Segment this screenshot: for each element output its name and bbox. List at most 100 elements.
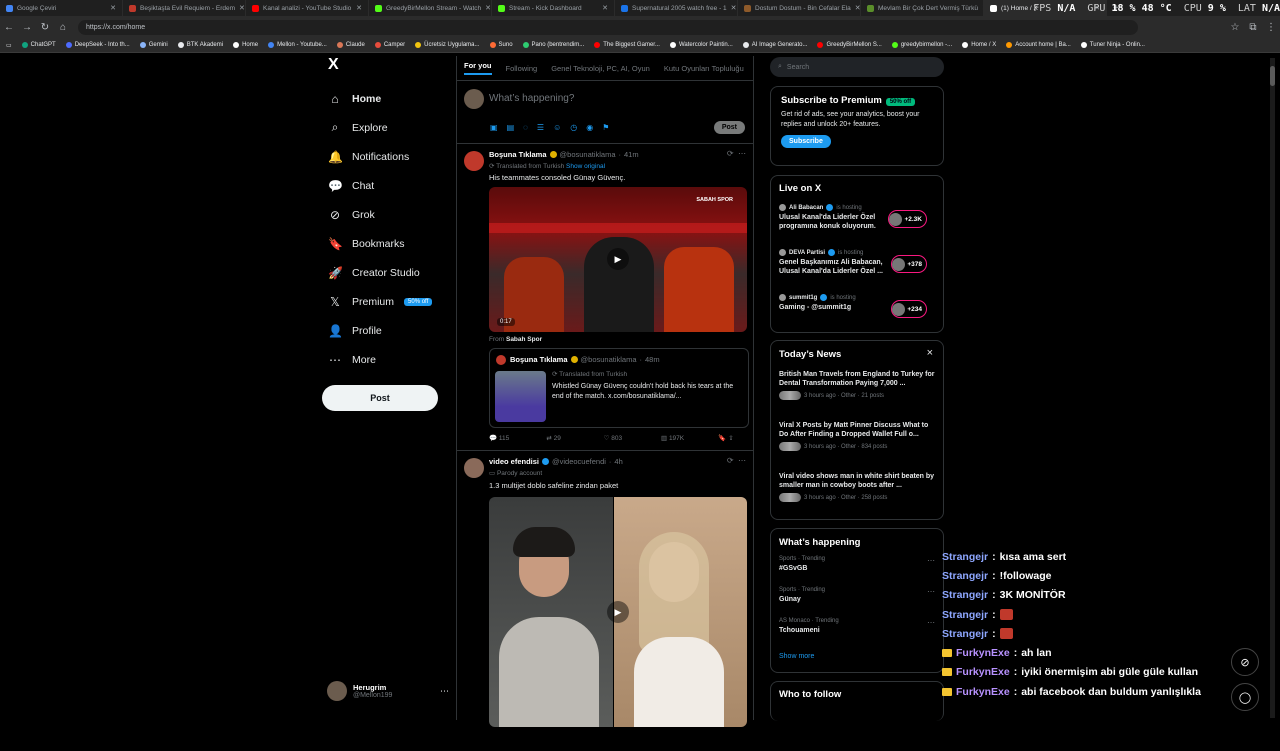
tweet-avatar[interactable] <box>464 458 484 478</box>
gif-icon[interactable]: ▤ <box>507 123 515 132</box>
tab-1[interactable]: Following <box>506 64 538 73</box>
news-item[interactable]: Viral X Posts by Matt Pinner Discuss Wha… <box>779 421 935 472</box>
bookmark-item[interactable]: Home / X <box>962 42 996 48</box>
nav-item-premium[interactable]: 𝕏 Premium 50% off <box>328 287 452 316</box>
bookmark-item[interactable]: Ücretsiz Uygulama... <box>415 42 480 48</box>
bookmark-item[interactable]: Claude <box>336 42 365 48</box>
trend-more-icon[interactable]: ⋯ <box>927 618 935 627</box>
account-switcher[interactable]: Herugrim @Mellon199 ⋯ <box>327 681 449 701</box>
live-item[interactable]: Ali Babacan is hosting Ulusal Kanal'da Lid… <box>779 204 935 238</box>
browser-tab[interactable]: Google Çeviri ✕ <box>0 0 123 16</box>
bookmark-item[interactable]: Home <box>233 42 258 48</box>
nav-item-creator-studio[interactable]: 🚀 Creator Studio <box>328 258 452 287</box>
reply-button[interactable]: 💬 115 <box>489 434 546 442</box>
home-button-icon[interactable]: ⌂ <box>54 22 72 33</box>
search-input[interactable]: ⌕ Search <box>770 57 944 77</box>
back-icon[interactable]: ← <box>0 22 18 33</box>
nav-item-home[interactable]: ⌂ Home <box>328 84 452 113</box>
url-field[interactable]: https://x.com/home <box>78 19 1138 35</box>
more-icon[interactable]: ⟳ ⋯ <box>727 456 746 465</box>
tab-3[interactable]: Kutu Oyunları Topluluğu <box>664 64 744 73</box>
tab-close-icon[interactable]: ✕ <box>731 4 737 12</box>
tweet[interactable]: Boşuna Tıklama @bosunatiklama · 41m ⟳ ⋯ … <box>457 144 753 451</box>
location-icon[interactable]: ◉ <box>586 123 593 132</box>
bookmark-item[interactable]: Suno <box>489 42 513 48</box>
tab-0[interactable]: For you <box>464 61 492 75</box>
tab-2[interactable]: Genel Teknoloji, PC, AI, Oyun <box>551 64 650 73</box>
poll-icon[interactable]: ☰ <box>537 123 544 132</box>
subscribe-button[interactable]: Subscribe <box>781 135 831 148</box>
quoted-tweet[interactable]: Boşuna Tıklama @bosunatiklama · 48m ⟳ Tr… <box>489 348 749 428</box>
live-item[interactable]: summit1g is hosting Gaming - @summit1g +234 <box>779 294 935 328</box>
more-options-icon[interactable]: ⋯ <box>440 686 449 697</box>
x-logo[interactable]: X <box>328 56 452 82</box>
nav-item-notifications[interactable]: 🔔 Notifications <box>328 142 452 171</box>
browser-tab[interactable]: Dostum Dostum - Bin Cefalar Ela ✕ <box>738 0 861 16</box>
bookmark-item[interactable]: GreedyBirMellon S... <box>817 42 882 48</box>
bookmark-item[interactable]: AI Image Generato... <box>742 42 807 48</box>
bookmark-item[interactable]: BTK Akademi <box>177 42 223 48</box>
page-scrollbar[interactable] <box>1270 58 1275 718</box>
bookmark-button[interactable]: 🔖 ⇪ <box>718 434 747 442</box>
grok-compose-icon[interactable]: ◌ <box>523 123 528 132</box>
tab-close-icon[interactable]: ✕ <box>855 4 860 12</box>
close-news-icon[interactable]: × <box>927 347 933 359</box>
views-button[interactable]: ▥ 197K <box>661 434 718 442</box>
live-listener-count[interactable]: +234 <box>891 300 927 318</box>
repost-button[interactable]: ⇄ 29 <box>546 434 603 442</box>
play-icon[interactable]: ▶ <box>607 601 629 623</box>
emoji-icon[interactable]: ☺ <box>553 123 561 132</box>
tab-close-icon[interactable]: ✕ <box>356 4 362 12</box>
tab-close-icon[interactable]: ✕ <box>110 4 116 12</box>
bookmark-item[interactable]: Camper <box>374 42 405 48</box>
tweet-time[interactable]: 41m <box>624 150 639 159</box>
trend-more-icon[interactable]: ⋯ <box>927 587 935 596</box>
trend-item[interactable]: AS Monaco · Trending Tchouameni ⋯ <box>779 618 935 649</box>
bookmark-item[interactable]: greedybirmellon -... <box>891 42 952 48</box>
trend-item[interactable]: Sports · Trending Günay ⋯ <box>779 587 935 618</box>
more-icon[interactable]: ⟳ ⋯ <box>727 149 746 158</box>
bookmark-item[interactable]: DeepSeek - Into th... <box>65 42 130 48</box>
news-item[interactable]: British Man Travels from England to Turk… <box>779 370 935 421</box>
grok-float-icon[interactable]: ⊘ <box>1231 648 1259 676</box>
media-icon[interactable]: ▣ <box>490 123 498 132</box>
bookmark-item[interactable]: Watercolor Paintin... <box>669 42 733 48</box>
bookmark-item[interactable]: Pano (bentrendim... <box>522 42 584 48</box>
tweet-video[interactable]: SABAH SPOR ▶ 0:17 <box>489 187 747 332</box>
nav-item-grok[interactable]: ⊘ Grok <box>328 200 452 229</box>
tweet[interactable]: video efendisi @videocuefendi · 4h ⟳ ⋯ ▭… <box>457 451 753 751</box>
browser-tab[interactable]: Stream - Kick Dashboard ✕ <box>492 0 615 16</box>
browser-tab[interactable]: GreedyBirMellon Stream - Watch ✕ <box>369 0 492 16</box>
nav-item-chat[interactable]: 💬 Chat <box>328 171 452 200</box>
tweet-time[interactable]: 4h <box>614 457 622 466</box>
scrollbar-thumb[interactable] <box>1270 66 1275 86</box>
schedule-icon[interactable]: ◷ <box>570 123 577 132</box>
author-name[interactable]: Boşuna Tıklama <box>489 150 547 159</box>
live-listener-count[interactable]: +378 <box>891 255 927 273</box>
compose-input[interactable]: What’s happening? <box>489 93 574 104</box>
nav-item-explore[interactable]: ⌕ Explore <box>328 113 452 142</box>
browser-tab[interactable]: Kanal analizi - YouTube Studio ✕ <box>246 0 369 16</box>
author-handle[interactable]: @bosunatiklama <box>560 150 616 159</box>
post-button[interactable]: Post <box>322 385 438 411</box>
nav-item-more[interactable]: ⋯ More <box>328 345 452 374</box>
browser-tab[interactable]: Mevlam Bir Çok Dert Vermiş Türkü✕ <box>861 0 984 16</box>
bookmark-item[interactable]: Mellon - Youtube... <box>268 42 327 48</box>
flag-icon[interactable]: ⚑ <box>602 123 609 132</box>
bookmark-item[interactable]: The Biggest Gamer... <box>594 42 660 48</box>
live-listener-count[interactable]: +2.3K <box>888 210 927 228</box>
trend-item[interactable]: Sports · Trending #GSvGB ⋯ <box>779 556 935 587</box>
bookmark-item[interactable]: Gemini <box>139 42 168 48</box>
menu-icon[interactable]: ⋮ <box>1262 22 1280 33</box>
browser-tab[interactable]: Supernatural 2005 watch free - 1 ✕ <box>615 0 738 16</box>
trend-more-icon[interactable]: ⋯ <box>927 556 935 565</box>
bookmark-item[interactable]: ChatGPT <box>21 42 56 48</box>
show-more-link[interactable]: Show more <box>779 653 935 660</box>
show-original-link[interactable]: Show original <box>566 163 605 170</box>
extensions-icon[interactable]: ⧉ <box>1244 22 1262 33</box>
author-name[interactable]: video efendisi <box>489 457 539 466</box>
live-item[interactable]: DEVA Partisi is hosting Genel Başkanımız A… <box>779 249 935 283</box>
reload-icon[interactable]: ↻ <box>36 22 54 33</box>
browser-tab[interactable]: Beşiktaşta Evil Requiem - Erdem ✕ <box>123 0 246 16</box>
compose-post-button[interactable]: Post <box>713 121 745 134</box>
